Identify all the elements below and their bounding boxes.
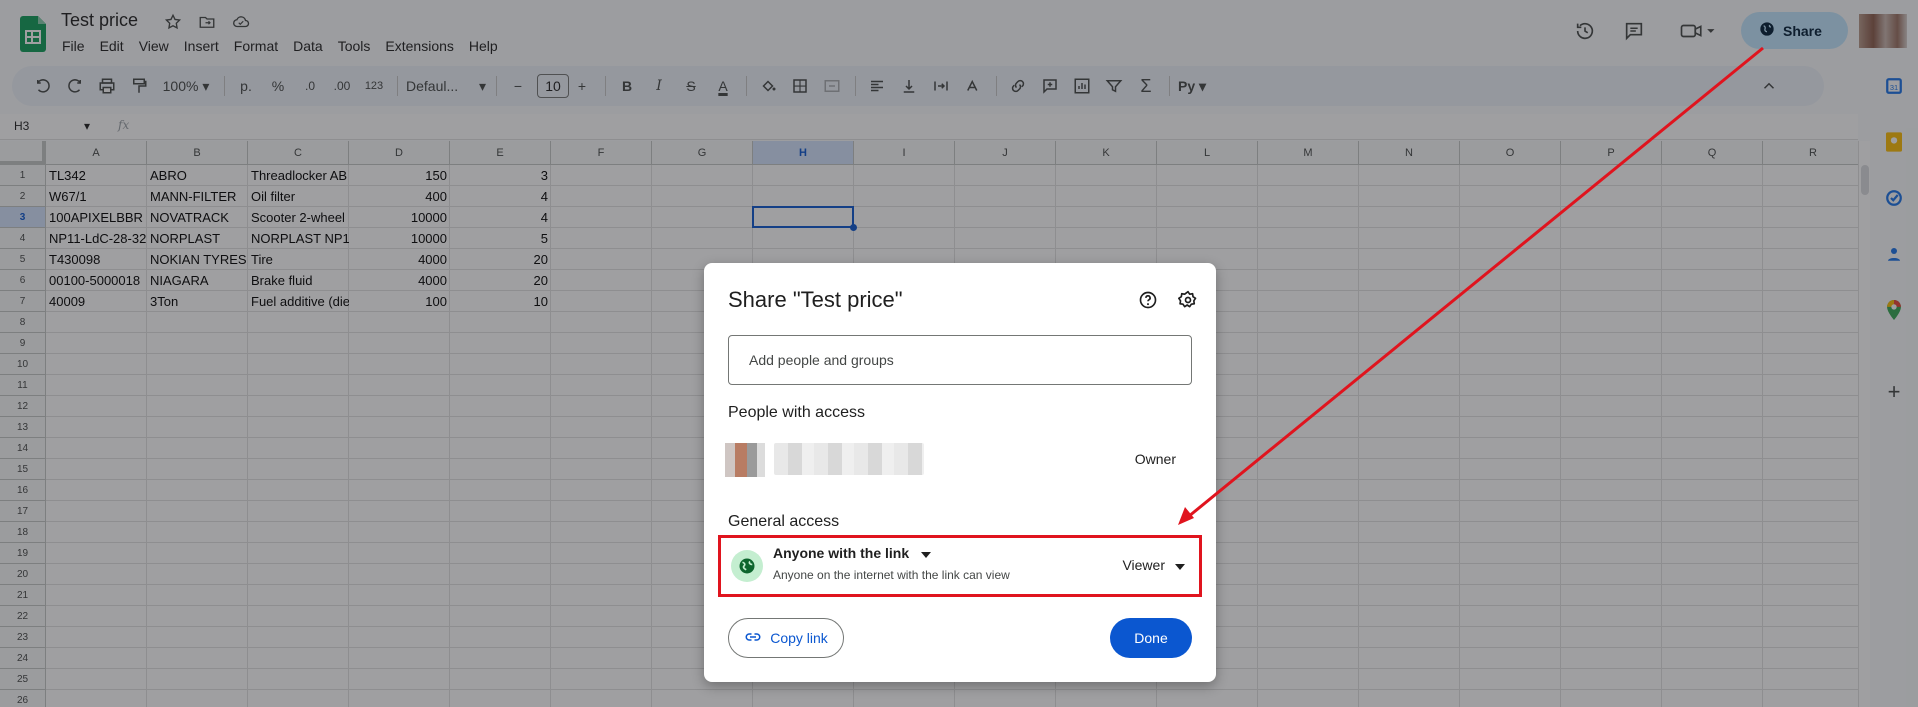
caret-down-icon bbox=[921, 545, 932, 561]
done-button[interactable]: Done bbox=[1110, 618, 1192, 658]
role-label: Viewer bbox=[1122, 557, 1165, 573]
owner-role-label: Owner bbox=[1134, 451, 1176, 467]
link-icon bbox=[744, 628, 762, 649]
people-heading: People with access bbox=[728, 404, 865, 421]
add-people-input[interactable] bbox=[728, 335, 1192, 385]
general-access-heading: General access bbox=[728, 513, 840, 530]
role-select[interactable]: Viewer bbox=[1122, 557, 1185, 573]
share-dialog: Share "Test price" People with access Ow… bbox=[704, 263, 1216, 682]
globe-icon bbox=[731, 550, 763, 582]
copy-link-button[interactable]: Copy link bbox=[728, 618, 844, 658]
access-level-label: Anyone with the link bbox=[773, 545, 910, 561]
settings-gear-icon[interactable] bbox=[1177, 289, 1199, 311]
access-level-select[interactable]: Anyone with the link bbox=[773, 545, 932, 561]
access-description: Anyone on the internet with the link can… bbox=[773, 568, 1010, 582]
copy-link-label: Copy link bbox=[770, 630, 828, 646]
caret-down-icon bbox=[1175, 557, 1185, 573]
dialog-title: Share "Test price" bbox=[728, 287, 903, 312]
general-access-row: Anyone with the link Anyone on the inter… bbox=[718, 535, 1202, 597]
owner-avatar bbox=[725, 443, 765, 477]
help-icon[interactable] bbox=[1137, 289, 1159, 311]
owner-identity-redacted bbox=[774, 443, 924, 475]
spreadsheet-app: Test price File Edit View Insert Format … bbox=[0, 0, 1918, 707]
